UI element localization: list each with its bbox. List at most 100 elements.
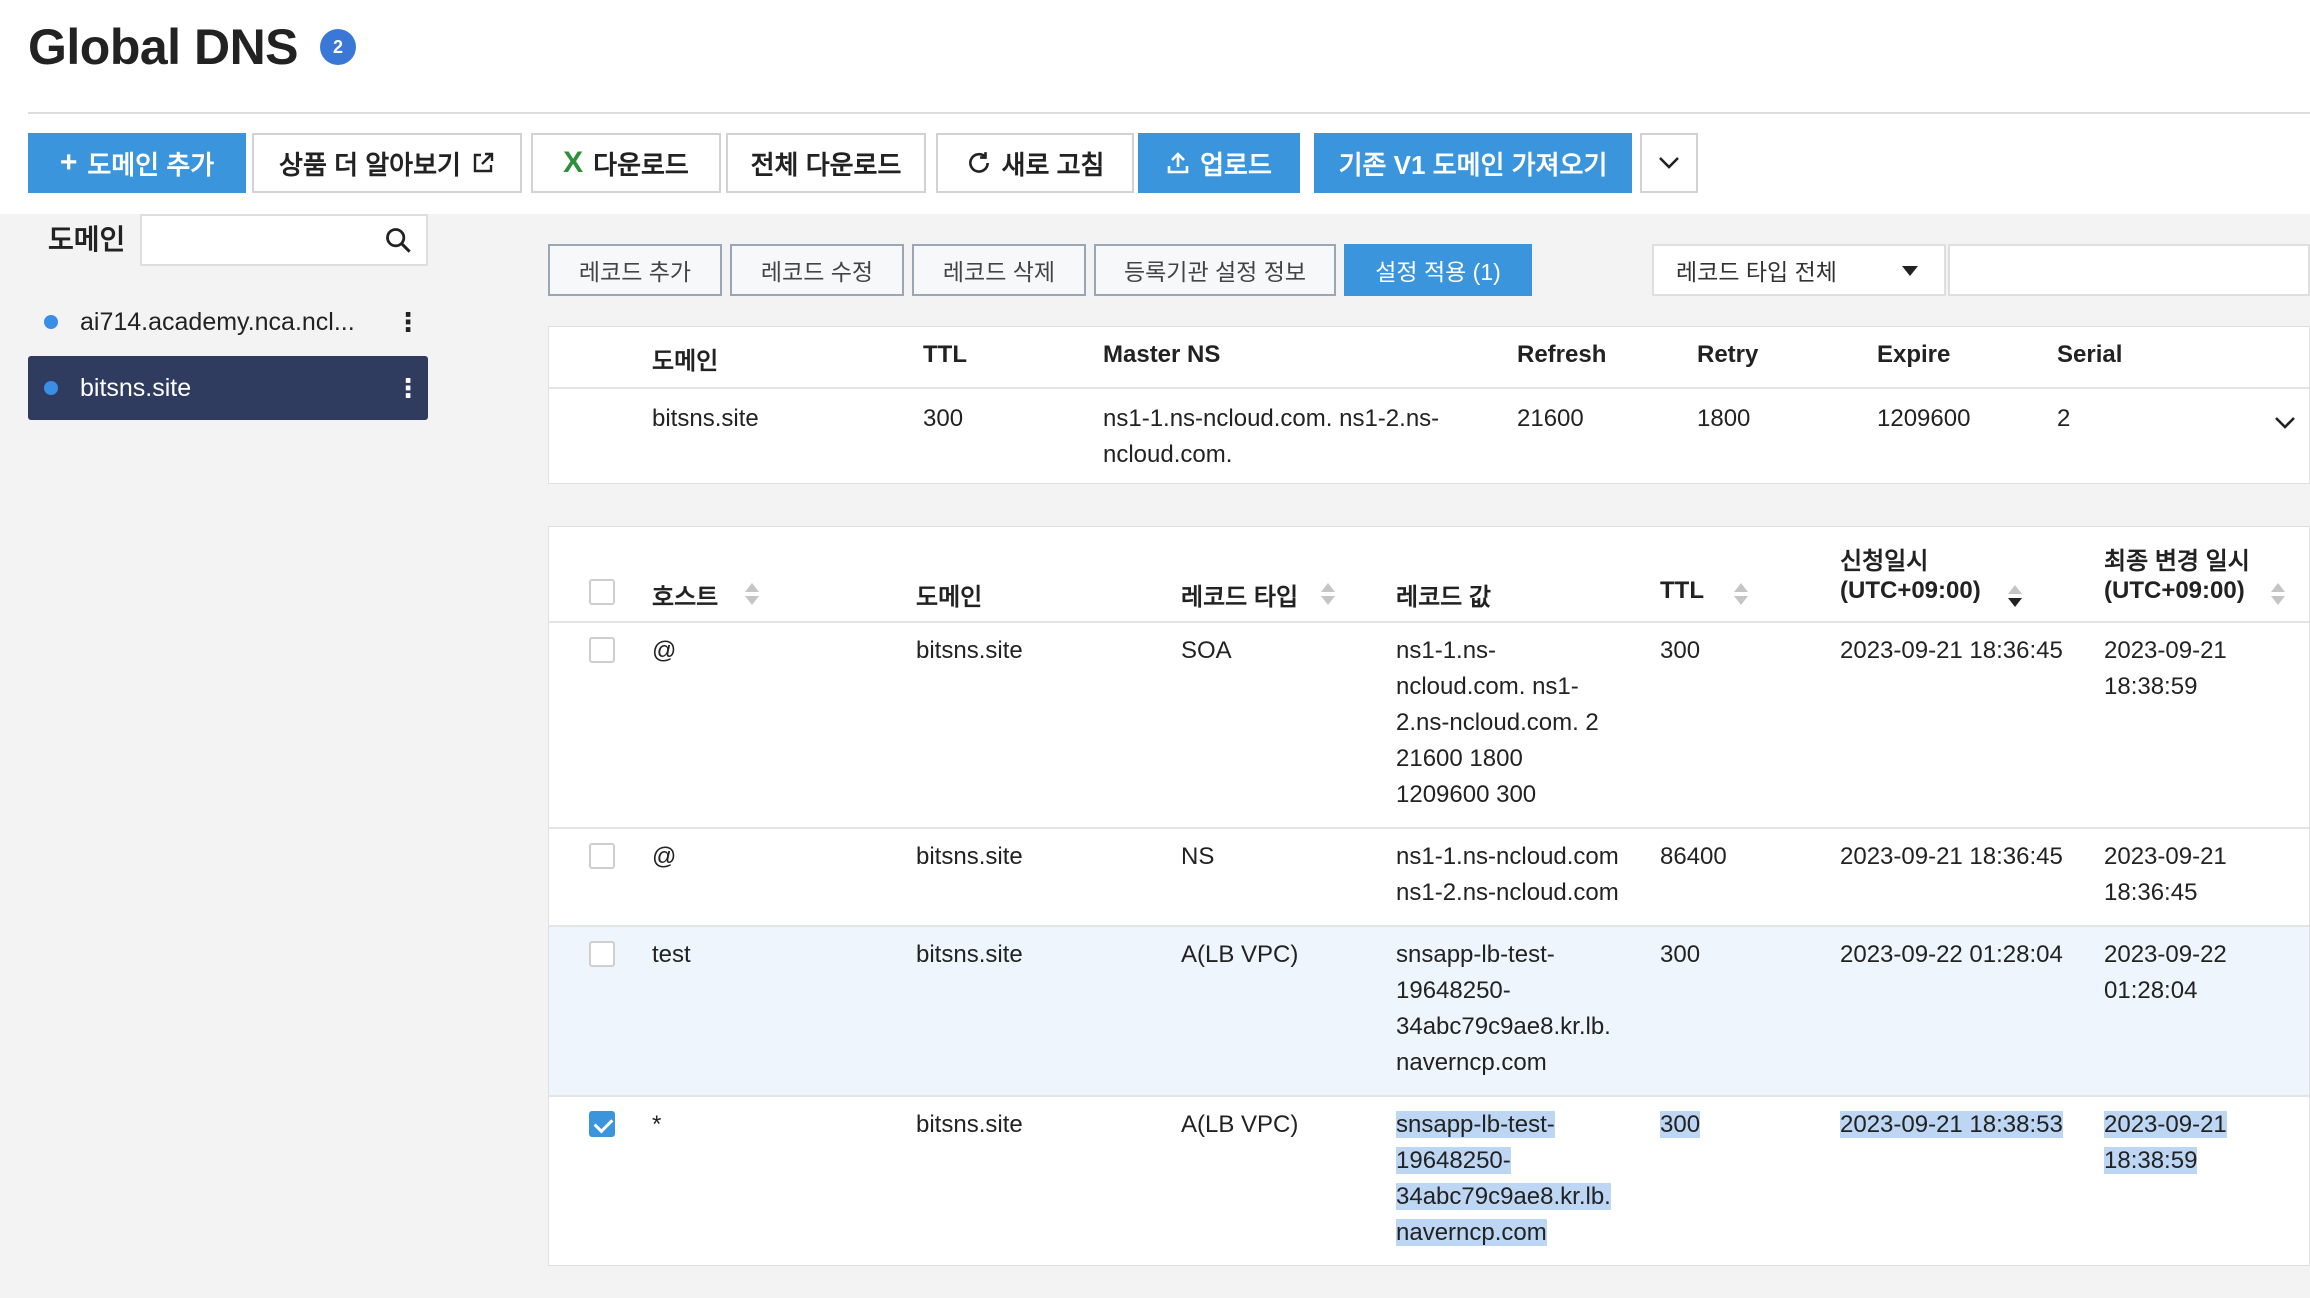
cell-domain: bitsns.site — [916, 1111, 1023, 1138]
table-row[interactable]: test bitsns.site A(LB VPC) snsapp-lb-tes… — [549, 927, 2309, 1097]
row-checkbox[interactable] — [589, 843, 615, 869]
domain-item[interactable]: ai714.academy.nca.ncl... ⋮ — [28, 290, 428, 354]
records-table: 호스트 도메인 레코드 타입 레코드 값 TTL 신청일시 (UTC+09:00… — [548, 526, 2310, 1266]
sort-desc-icon[interactable] — [2008, 585, 2022, 609]
modified-date: 2023-09-21 — [2104, 843, 2227, 870]
col-master-ns: Master NS — [1103, 341, 1221, 368]
cell-created: 2023-09-21 18:36:45 — [1840, 637, 2063, 664]
cell-modified: 2023-09-21 18:38:59 — [2104, 633, 2227, 705]
row-checkbox-checked[interactable] — [589, 1111, 615, 1137]
modified-time: 01:28:04 — [2104, 977, 2198, 1004]
record-type-value: 레코드 타입 전체 — [1676, 259, 1837, 285]
value-line: naverncp.com — [1396, 1049, 1547, 1076]
col-retry: Retry — [1697, 341, 1759, 368]
table-row[interactable]: @ bitsns.site NS ns1-1.ns-ncloud.com ns1… — [549, 829, 2309, 927]
cell-type: A(LB VPC) — [1181, 941, 1299, 968]
external-link-icon — [473, 152, 494, 173]
learn-more-label: 상품 더 알아보기 — [279, 149, 461, 180]
import-v1-domain-button[interactable]: 기존 V1 도메인 가져오기 — [1314, 133, 1632, 193]
soa-domain: bitsns.site — [652, 405, 759, 432]
modified-time: 18:38:59 — [2104, 673, 2198, 700]
col-host: 호스트 — [652, 584, 719, 611]
cell-value: snsapp-lb-test- 19648250- 34abc79c9ae8.k… — [1396, 1107, 1611, 1251]
cell-value: snsapp-lb-test- 19648250- 34abc79c9ae8.k… — [1396, 937, 1611, 1081]
cell-ttl: 300 — [1660, 1107, 1701, 1143]
upload-label: 업로드 — [1200, 149, 1272, 180]
cell-domain: bitsns.site — [916, 843, 1023, 870]
cell-created: 2023-09-22 01:28:04 — [1840, 941, 2063, 968]
cell-created: 2023-09-21 18:38:53 — [1840, 1107, 2063, 1143]
registrar-info-button[interactable]: 등록기관 설정 정보 — [1094, 244, 1336, 296]
cell-host: * — [652, 1111, 662, 1138]
col-record-type: 레코드 타입 — [1181, 584, 1299, 611]
learn-more-button[interactable]: 상품 더 알아보기 — [252, 133, 522, 193]
edit-record-button[interactable]: 레코드 수정 — [730, 244, 904, 296]
kebab-menu-icon[interactable]: ⋮ — [388, 373, 428, 404]
col-refresh: Refresh — [1517, 341, 1607, 368]
more-actions-dropdown[interactable] — [1640, 133, 1698, 193]
sort-icon[interactable] — [1321, 583, 1335, 607]
sidebar-label: 도메인 — [48, 224, 126, 255]
soa-expire: 1209600 — [1877, 405, 1971, 432]
col-domain: 도메인 — [652, 348, 719, 375]
apply-settings-button[interactable]: 설정 적용 (1) — [1344, 244, 1532, 296]
value-line: 34abc79c9ae8.kr.lb. — [1396, 1183, 1611, 1210]
expand-chevron-icon[interactable] — [2273, 415, 2297, 431]
col-domain: 도메인 — [916, 584, 983, 611]
soa-summary-panel: 도메인 TTL Master NS Refresh Retry Expire S… — [548, 326, 2310, 484]
refresh-icon — [968, 152, 989, 173]
value-line: 19648250- — [1396, 977, 1511, 1004]
chevron-down-icon — [1659, 157, 1679, 169]
add-record-button[interactable]: 레코드 추가 — [548, 244, 722, 296]
add-domain-button[interactable]: + 도메인 추가 — [28, 133, 246, 193]
cell-created: 2023-09-21 18:36:45 — [1840, 843, 2063, 870]
sort-icon[interactable] — [1734, 583, 1748, 607]
domain-item-selected[interactable]: bitsns.site ⋮ — [28, 356, 428, 420]
col-expire: Expire — [1877, 341, 1951, 368]
modified-date: 2023-09-21 — [2104, 637, 2227, 664]
col-created-line1: 신청일시 — [1840, 548, 1929, 575]
value-line: ns1-2.ns-ncloud.com — [1396, 879, 1619, 906]
cell-domain: bitsns.site — [916, 637, 1023, 664]
refresh-button[interactable]: 새로 고침 — [936, 133, 1134, 193]
upload-button[interactable]: 업로드 — [1138, 133, 1300, 193]
sort-icon[interactable] — [745, 583, 759, 607]
select-all-checkbox[interactable] — [589, 579, 615, 605]
kebab-menu-icon[interactable]: ⋮ — [388, 307, 428, 338]
col-ttl: TTL — [923, 341, 967, 368]
download-label: 다운로드 — [593, 149, 689, 180]
cell-value: ns1-1.ns-ncloud.com ns1-2.ns-ncloud.com — [1396, 839, 1619, 911]
domain-name: ai714.academy.nca.ncl... — [80, 307, 355, 336]
download-all-button[interactable]: 전체 다운로드 — [726, 133, 926, 193]
value-line: 34abc79c9ae8.kr.lb. — [1396, 1013, 1611, 1040]
value-line: 19648250- — [1396, 1147, 1511, 1174]
cell-value: ns1-1.ns- ncloud.com. ns1- 2.ns-ncloud.c… — [1396, 633, 1599, 813]
domain-search-input[interactable] — [140, 214, 428, 266]
soa-ttl: 300 — [923, 405, 964, 432]
search-icon[interactable] — [384, 226, 412, 254]
delete-record-button[interactable]: 레코드 삭제 — [912, 244, 1086, 296]
row-checkbox[interactable] — [589, 941, 615, 967]
status-dot — [44, 315, 58, 329]
value-line: 2.ns-ncloud.com. 2 — [1396, 709, 1599, 736]
value-line: ncloud.com. ns1- — [1396, 673, 1579, 700]
import-v1-label: 기존 V1 도메인 가져오기 — [1338, 149, 1608, 180]
excel-icon: X — [563, 146, 584, 179]
modified-time: 18:38:59 — [2104, 1147, 2198, 1174]
table-row[interactable]: @ bitsns.site SOA ns1-1.ns- ncloud.com. … — [549, 623, 2309, 829]
download-button[interactable]: X 다운로드 — [531, 133, 721, 193]
col-modified-line1: 최종 변경 일시 — [2104, 548, 2250, 575]
row-checkbox[interactable] — [589, 637, 615, 663]
record-search-input[interactable] — [1948, 244, 2310, 296]
table-row-selected[interactable]: * bitsns.site A(LB VPC) snsapp-lb-test- … — [549, 1097, 2309, 1267]
soa-refresh: 21600 — [1517, 405, 1584, 432]
soa-serial: 2 — [2057, 405, 2071, 432]
col-record-value: 레코드 값 — [1396, 584, 1491, 611]
domain-count-badge: 2 — [320, 29, 357, 65]
sort-icon[interactable] — [2271, 583, 2285, 607]
cell-host: @ — [652, 843, 677, 870]
upload-icon — [1167, 152, 1189, 174]
value-line: ns1-1.ns-ncloud.com — [1396, 843, 1619, 870]
record-type-select[interactable]: 레코드 타입 전체 — [1652, 244, 1946, 296]
cell-host: test — [652, 941, 691, 968]
